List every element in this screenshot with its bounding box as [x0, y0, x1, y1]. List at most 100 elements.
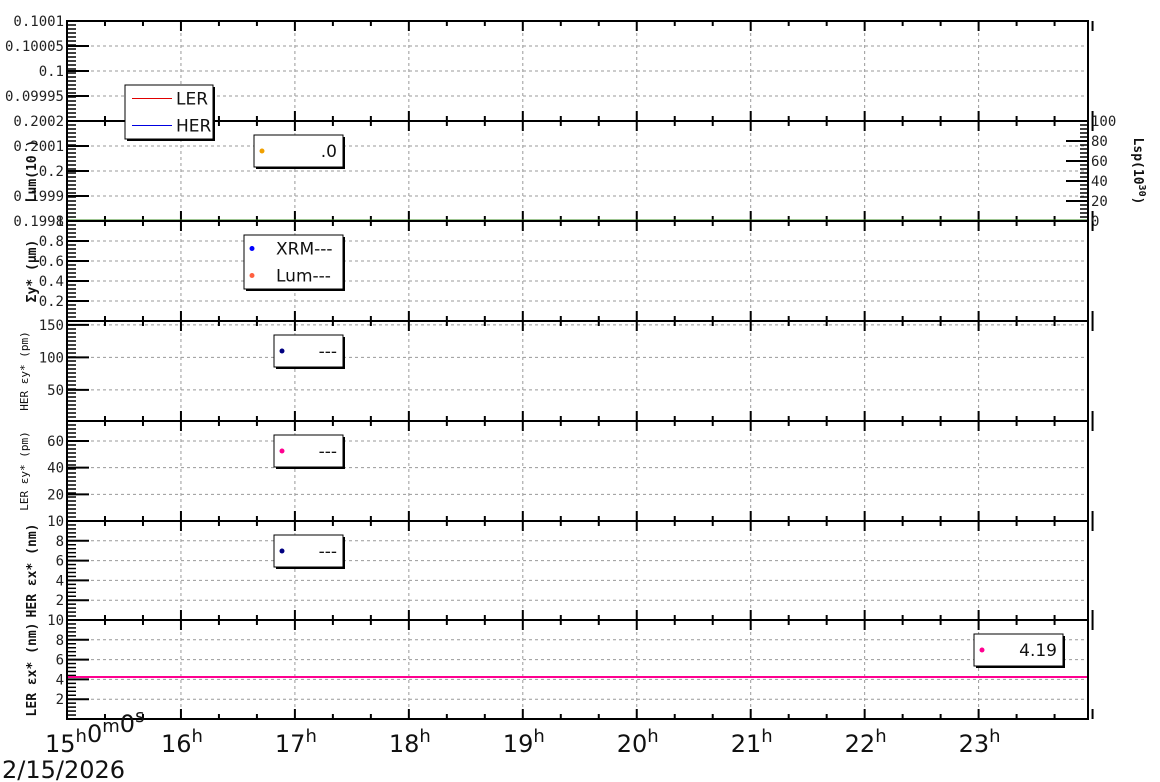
y-tick-label: 2: [56, 593, 64, 609]
y-tick-label: 10: [47, 613, 64, 629]
x-tick-label: 17h: [275, 726, 317, 758]
panel-frame: [66, 320, 1089, 422]
hour-sup: h: [305, 726, 316, 747]
legend-5: ---: [273, 434, 345, 469]
y-axis-label: Lum(10 ): [25, 140, 40, 203]
y-tick-label: 4: [56, 672, 64, 688]
time-unit-sup: h: [76, 726, 87, 747]
hour-sup: h: [989, 726, 1000, 747]
y-tick-label: 8: [56, 534, 64, 550]
time-value: 0: [120, 710, 135, 738]
y-tick-label: 6: [56, 653, 64, 669]
panel-frame: [66, 619, 1089, 720]
y-tick-label: 0.6: [39, 254, 64, 270]
x-tick-label: 18h: [389, 726, 431, 758]
y-tick-label: 60: [47, 434, 64, 450]
y-tick-label: 0.8: [39, 234, 64, 250]
hour-sup: h: [191, 726, 202, 747]
legend-label: XRM---: [276, 240, 333, 260]
y-tick-label: 10: [47, 514, 64, 530]
y-tick-label: 0.2002: [13, 114, 64, 130]
panel-frame: [66, 420, 1089, 522]
y2-tick-label: 40: [1091, 174, 1108, 190]
y-tick-label: 0.2: [39, 294, 64, 310]
y-tick-label: 0.2: [39, 164, 64, 180]
legend-label: ---: [319, 442, 337, 462]
y2-label-close: ): [1130, 197, 1145, 205]
y2-tick-label: 80: [1091, 134, 1108, 150]
legend-label: 4.19: [1019, 641, 1057, 661]
legend-label: Lum---: [276, 267, 331, 287]
hour-sup: h: [533, 726, 544, 747]
y-tick-label: 4: [56, 573, 64, 589]
legend-dot-marker: [249, 246, 255, 251]
x-tick-label: 23h: [959, 726, 1001, 758]
legend-dot-marker: [279, 448, 285, 454]
x-tick-label: 16h: [161, 726, 203, 758]
legend-1: LER HER: [124, 84, 215, 141]
legend-7: 4.19: [973, 633, 1065, 668]
y-axis-label: Σy* (μm): [25, 240, 40, 303]
legend-label: ---: [319, 542, 337, 562]
y2-tick-label: 100: [1091, 114, 1116, 130]
legend-label: LER: [176, 90, 208, 110]
y2-axis-label: Lsp(1030): [1130, 138, 1148, 205]
y-tick-label: 50: [47, 383, 64, 399]
y-axis-label: LER εy* (pm): [18, 431, 31, 510]
y2-tick-label: 20: [1091, 194, 1108, 210]
y2-label-sup: 30: [1137, 185, 1148, 197]
legend-dot-marker: [279, 548, 285, 554]
panel-3: 1 0.8 0.6 0.4 0.2Σy* (μm): [25, 214, 1094, 322]
x-tick-label: 22h: [845, 726, 887, 758]
y-tick-label: 1: [56, 214, 64, 230]
multi-panel-time-chart: 0.1001 0.10005 0.1 0.09995 0.2002 0.2 00 1 0.2 0.…: [2, 14, 1148, 782]
y-tick-label: 6: [56, 554, 64, 570]
x-tick-label: 19h: [503, 726, 545, 758]
y-tick-label: 0.1001: [13, 14, 64, 30]
y-tick-label: 20: [47, 487, 64, 503]
y-tick-label: 0.4: [39, 274, 64, 290]
y-tick-label: 8: [56, 633, 64, 649]
legend-label: ---: [319, 342, 337, 362]
y-tick-label: 0.10005: [5, 39, 64, 55]
x-tick-label: 20h: [617, 726, 659, 758]
time-value: 15: [45, 730, 76, 758]
y-axis-label: HER εy* (pm): [18, 331, 31, 410]
time-value: 0: [87, 720, 102, 748]
y-tick-label: 0.1: [39, 64, 64, 80]
time-unit-sup: m: [102, 716, 120, 737]
hour-sup: h: [875, 726, 886, 747]
y-tick-label: 2: [56, 692, 64, 708]
legend-4: ---: [273, 334, 345, 369]
panel-frame: [66, 520, 1089, 621]
y-tick-label: 100: [39, 350, 64, 366]
time-unit-sup: s: [135, 706, 144, 727]
x-axis-labels: 15h0m0s16h 17h 18h 19h 20h 21h 22h 23h2/15/2026: [2, 706, 1001, 782]
legend-dot-marker: [279, 348, 285, 354]
panel-frame: [66, 220, 1089, 322]
legend-3: XRM--- Lum---: [243, 234, 345, 291]
legend-label: HER: [176, 117, 212, 137]
y2-tick-label: 60: [1091, 154, 1108, 170]
legend-dot-marker: [249, 273, 255, 278]
y-tick-label: 40: [47, 461, 64, 477]
panel-5: 60 40 20 LER εy* (pm): [18, 420, 1094, 522]
hour-sup: h: [647, 726, 658, 747]
y-tick-label: 0.09995: [5, 89, 64, 105]
y-axis-label: LER εx* (nm): [25, 623, 40, 717]
y-tick-label: 150: [39, 318, 64, 334]
x-tick-label-first: 15h0m0s: [45, 706, 144, 758]
hour-sup: h: [761, 726, 772, 747]
legend-dot-marker: [259, 148, 265, 154]
legend-dot-marker: [979, 647, 985, 653]
legend-2: .0: [253, 134, 345, 169]
y-axis-label: HER εx* (nm): [25, 524, 40, 618]
panel-4: 150 100 50 HER εy* (pm): [18, 318, 1094, 422]
x-tick-label: 21h: [731, 726, 773, 758]
panel-7: 10 8 6 4 2 LER εx* (nm): [25, 613, 1094, 720]
panel-6: 10 8 6 4 2 HER εx* (nm): [25, 514, 1094, 621]
legend-label: .0: [321, 142, 337, 162]
legend-6: ---: [273, 534, 345, 569]
hour-sup: h: [419, 726, 430, 747]
x-date-label: 2/15/2026: [2, 756, 125, 782]
